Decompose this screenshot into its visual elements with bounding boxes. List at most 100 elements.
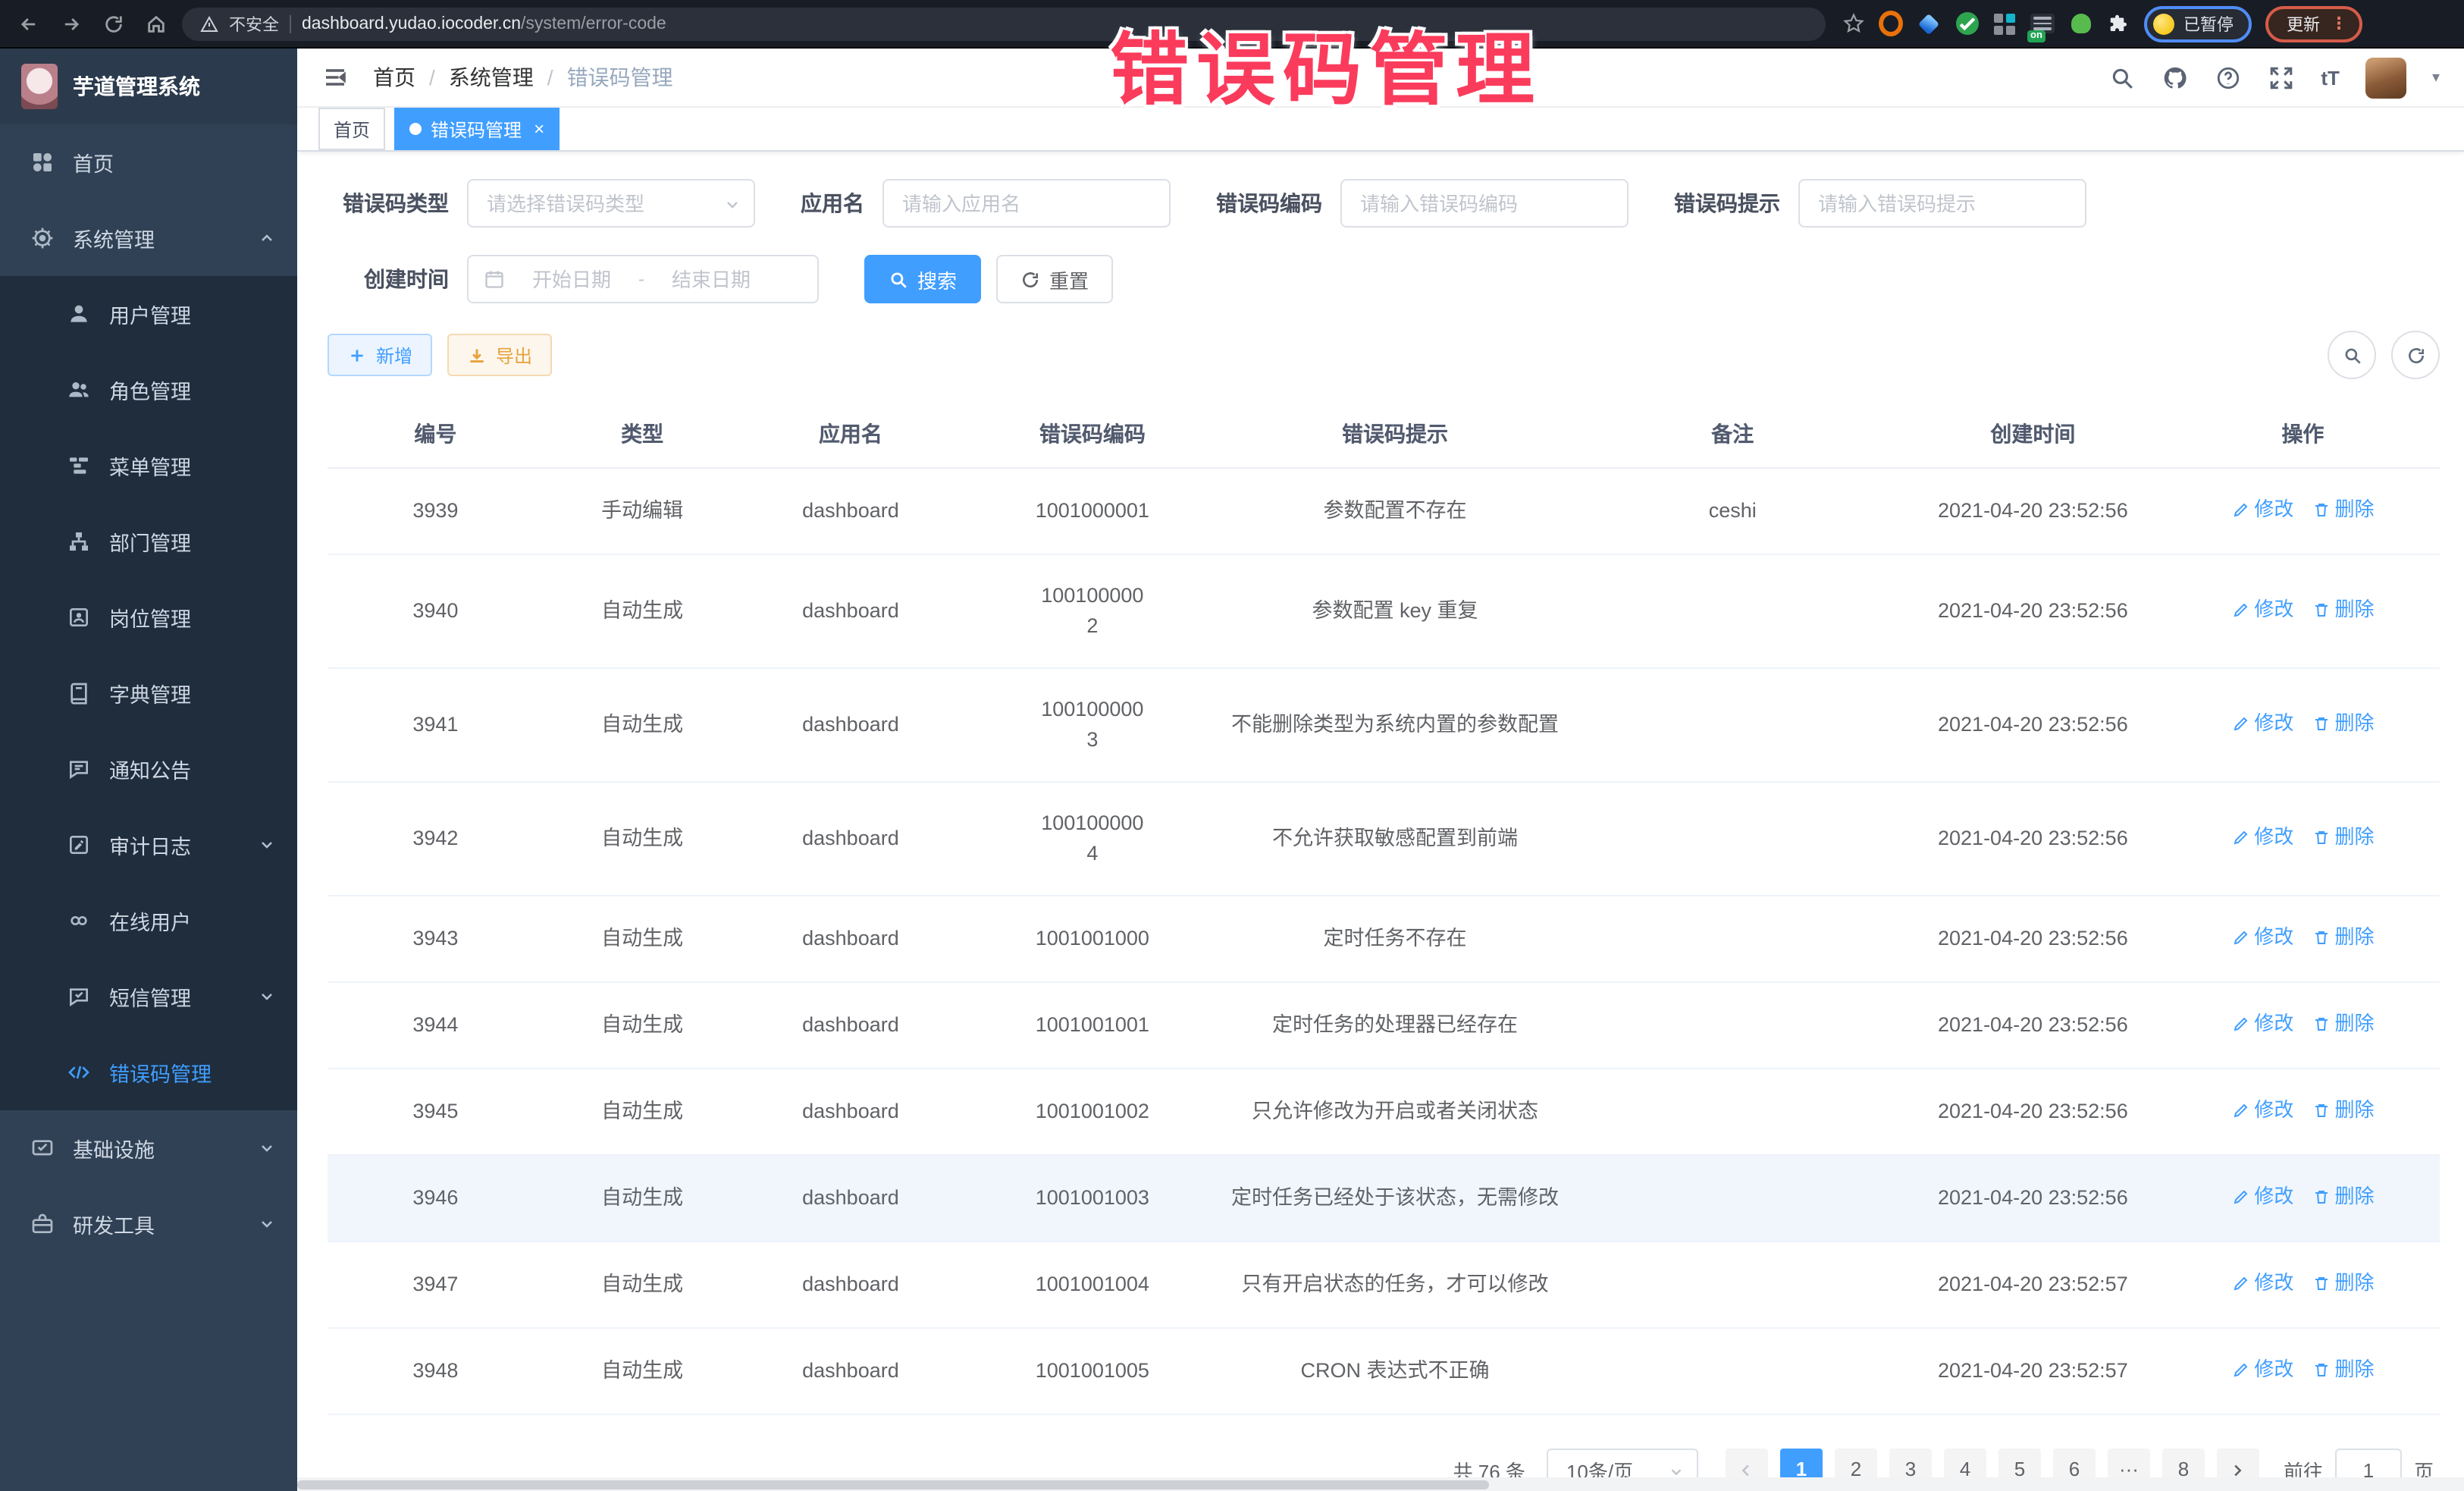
extension-green-check-icon[interactable] [1955,11,1979,36]
filter-row-1: 错误码类型 应用名 错误码编码 [328,179,2440,228]
edit-link[interactable]: 修改 [2231,1268,2293,1298]
extension-orange-ring-icon[interactable] [1879,11,1903,36]
delete-link[interactable]: 删除 [2312,1354,2374,1385]
edit-link[interactable]: 修改 [2231,922,2293,953]
extension-green-avatar-icon[interactable] [2068,11,2093,36]
delete-link[interactable]: 删除 [2312,494,2374,525]
edit-link[interactable]: 修改 [2231,1095,2293,1125]
close-icon[interactable]: × [534,120,544,138]
delete-link[interactable]: 删除 [2312,595,2374,625]
export-button[interactable]: 导出 [447,334,552,376]
error-type-select[interactable] [467,179,755,228]
insecure-warning-icon [200,14,218,33]
refresh-table-button[interactable] [2391,331,2440,379]
breadcrumb-system[interactable]: 系统管理 [449,62,534,93]
error-msg-input[interactable] [1798,179,2086,228]
sidebar-item-announcements[interactable]: 通知公告 [0,731,297,807]
sidebar-item-departments[interactable]: 部门管理 [0,504,297,579]
hamburger-icon[interactable] [321,64,349,91]
delete-link[interactable]: 删除 [2312,1009,2374,1039]
trash-icon [2312,1274,2330,1292]
horizontal-scrollbar[interactable] [297,1477,2464,1491]
sidebar-item-menus[interactable]: 菜单管理 [0,428,297,504]
extension-blue-gem-icon[interactable] [1917,11,1941,36]
table-row: 3946自动生成dashboard1001001003定时任务已经处于该状态，无… [328,1155,2440,1241]
profile-paused-chip[interactable]: 已暂停 [2144,5,2252,42]
sidebar-item-infrastructure[interactable]: 基础设施 [0,1110,297,1186]
add-button[interactable]: 新增 [328,334,432,376]
filter-label-date: 创建时间 [328,264,449,294]
dashboard-icon [30,150,55,174]
reload-icon[interactable] [97,7,130,40]
sidebar-item-audit-log[interactable]: 审计日志 [0,807,297,883]
user-icon [67,302,91,326]
edit-link[interactable]: 修改 [2231,595,2293,625]
sidebar-item-dev-tools[interactable]: 研发工具 [0,1186,297,1262]
edit-link[interactable]: 修改 [2231,494,2293,525]
bookmark-star-icon[interactable] [1841,11,1865,36]
edit-link[interactable]: 修改 [2231,822,2293,852]
col-header-ops: 操作 [2166,400,2440,468]
edit-link[interactable]: 修改 [2231,708,2293,739]
edit-icon [2231,928,2249,946]
fullscreen-icon[interactable] [2268,64,2295,91]
edit-icon [2231,714,2249,733]
col-header-id: 编号 [328,400,544,468]
security-label: 不安全 [229,11,279,36]
font-size-icon[interactable]: tT [2321,66,2340,89]
error-code-input[interactable] [1340,179,1629,228]
scrollbar-thumb[interactable] [297,1480,1489,1489]
search-button[interactable]: 搜索 [864,255,981,303]
sidebar-item-online-users[interactable]: 在线用户 [0,883,297,959]
edit-link[interactable]: 修改 [2231,1009,2293,1039]
dev-tools-icon [30,1212,55,1236]
code-icon [67,1060,91,1085]
delete-link[interactable]: 删除 [2312,922,2374,953]
back-icon[interactable] [12,7,45,40]
browser-menu-dots-icon[interactable]: ⋮ [2331,14,2347,33]
tab-home[interactable]: 首页 [318,108,385,150]
tab-error-code[interactable]: 错误码管理 × [394,108,560,150]
sidebar-item-home[interactable]: 首页 [0,124,297,200]
delete-link[interactable]: 删除 [2312,1268,2374,1298]
home-icon[interactable] [140,7,173,40]
user-avatar[interactable] [2365,57,2406,98]
sidebar-item-error-code[interactable]: 错误码管理 [0,1034,297,1110]
delete-link[interactable]: 删除 [2312,708,2374,739]
address-bar[interactable]: 不安全 dashboard.yudao.iocoder.cn/system/er… [182,7,1826,40]
delete-link[interactable]: 删除 [2312,1182,2374,1212]
breadcrumb-home[interactable]: 首页 [373,62,415,93]
end-date-input[interactable] [657,268,766,290]
url-divider [290,14,291,33]
edit-link[interactable]: 修改 [2231,1354,2293,1385]
browser-update-button[interactable]: 更新 ⋮ [2265,5,2362,42]
dictionary-icon [67,681,91,705]
search-icon[interactable] [2108,64,2136,91]
col-header-remark: 备注 [1566,400,1900,468]
edit-link[interactable]: 修改 [2231,1182,2293,1212]
delete-link[interactable]: 删除 [2312,822,2374,852]
trash-icon [2312,928,2330,946]
avatar-caret-icon[interactable]: ▾ [2432,69,2440,86]
sidebar-item-users[interactable]: 用户管理 [0,276,297,352]
app-name-input[interactable] [882,179,1171,228]
chevron-down-icon [723,194,741,212]
sidebar-item-system[interactable]: 系统管理 [0,200,297,276]
reset-button[interactable]: 重置 [996,255,1113,303]
extension-list-on-icon[interactable]: on [2030,11,2055,36]
create-time-range-picker[interactable]: - [467,255,819,303]
start-date-input[interactable] [517,268,626,290]
toggle-search-button[interactable] [2328,331,2376,379]
date-separator: - [638,268,644,290]
delete-link[interactable]: 删除 [2312,1095,2374,1125]
calendar-icon [484,268,505,290]
sidebar-item-roles[interactable]: 角色管理 [0,352,297,428]
github-icon[interactable] [2161,64,2189,91]
help-icon[interactable] [2215,64,2242,91]
extension-grid-icon[interactable] [1992,11,2017,36]
forward-icon[interactable] [55,7,88,40]
sidebar-item-sms[interactable]: 短信管理 [0,959,297,1034]
puzzle-extensions-icon[interactable] [2106,11,2130,36]
sidebar-item-posts[interactable]: 岗位管理 [0,579,297,655]
sidebar-item-dictionary[interactable]: 字典管理 [0,655,297,731]
